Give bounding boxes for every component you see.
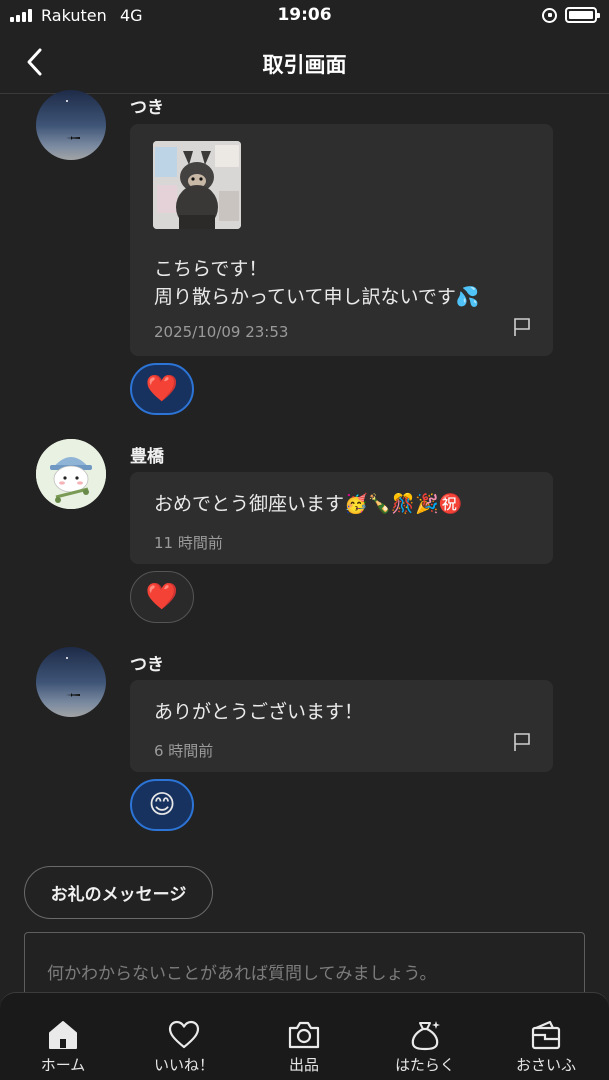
home-icon — [49, 1021, 77, 1049]
nav-item-likes[interactable]: いいね！ — [123, 993, 245, 1080]
message-bubble: ありがとうございます！ 6 時間前 — [130, 680, 553, 772]
thanks-message-button[interactable]: お礼のメッセージ — [24, 866, 213, 919]
nav-item-work[interactable]: はたらく — [364, 993, 486, 1080]
message-timestamp: 11 時間前 — [154, 534, 223, 552]
sender-name: 豊橋 — [130, 447, 164, 467]
page-title: 取引画面 — [262, 53, 347, 77]
heart-icon — [168, 1020, 200, 1049]
flag-icon[interactable] — [513, 317, 531, 337]
nav-label: 出品 — [288, 1056, 319, 1074]
message-text-line: こちらです！ — [154, 258, 268, 280]
camera-icon — [288, 1021, 320, 1049]
status-time: 19:06 — [277, 5, 332, 25]
wallet-icon — [531, 1020, 561, 1050]
message-text: おめでとう御座います🥳🍾🎊🎉㊗️ — [154, 493, 463, 515]
battery-icon — [565, 7, 600, 23]
message-text: ありがとうございます！ — [154, 701, 364, 723]
reaction-button[interactable]: ❤️ — [130, 363, 194, 415]
nav-item-wallet[interactable]: おさいふ — [485, 993, 607, 1080]
nav-item-home[interactable]: ホーム — [2, 993, 124, 1080]
nav-label: いいね！ — [153, 1056, 214, 1074]
reaction-button[interactable]: ❤️ — [130, 571, 194, 623]
nav-label: はたらく — [395, 1056, 455, 1074]
nav-item-sell[interactable]: 出品 — [243, 993, 365, 1080]
nav-label: おさいふ — [515, 1056, 576, 1074]
orientation-lock-icon — [542, 8, 557, 23]
sender-avatar[interactable] — [36, 90, 106, 160]
flag-icon[interactable] — [513, 732, 531, 752]
nav-header: 取引画面 — [0, 32, 609, 94]
message-bubble: こちらです！ 周り散らかっていて申し訳ないです💦 2025/10/09 23:5… — [130, 124, 553, 356]
message-timestamp: 2025/10/09 23:53 — [154, 323, 289, 341]
money-bag-icon — [411, 1021, 440, 1051]
message-bubble: おめでとう御座います🥳🍾🎊🎉㊗️ 11 時間前 — [130, 472, 553, 564]
message-text-line: 周り散らかっていて申し訳ないです💦 — [154, 286, 480, 308]
sender-name: つき — [130, 655, 164, 675]
status-bar: Rakuten 4G 19:06 — [0, 0, 609, 32]
bottom-nav: ホーム いいね！ 出品 はたらく おさいふ — [0, 992, 609, 1080]
sender-name: つき — [130, 98, 164, 118]
message-timestamp: 6 時間前 — [154, 742, 214, 760]
reaction-button[interactable]: 😊 — [130, 779, 194, 831]
sender-avatar[interactable] — [36, 439, 106, 509]
sender-avatar[interactable] — [36, 647, 106, 717]
photo-thumbnail[interactable] — [153, 141, 241, 229]
nav-label: ホーム — [40, 1056, 86, 1074]
